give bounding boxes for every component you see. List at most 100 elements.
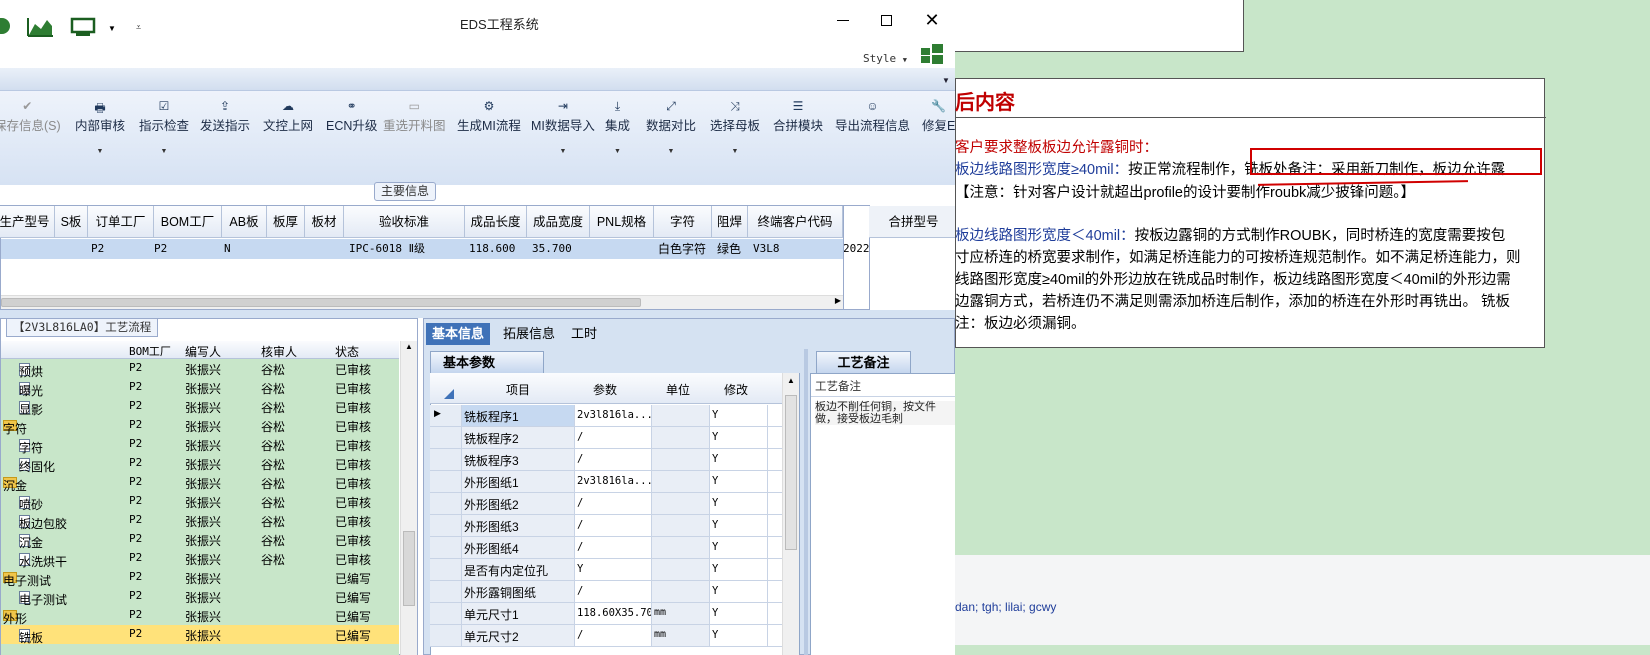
tree-row[interactable]: 终固化 P2 张振兴 谷松 已审核 xyxy=(1,454,399,474)
tree-row[interactable]: 水洗烘干 P2 张振兴 谷松 已审核 xyxy=(1,549,399,569)
save-info-button[interactable]: ✔ 保存信息(S) xyxy=(0,99,61,134)
col-ab-board[interactable]: AB板 xyxy=(222,206,267,238)
remark-text-area[interactable]: 板边不削任何铜，按文件做，接受板边毛刺 xyxy=(815,401,955,425)
tree-row[interactable]: 沉金 P2 张振兴 谷松 已审核 xyxy=(1,473,399,493)
col-customer-code[interactable]: 终端客户代码 xyxy=(748,206,843,238)
splitter-horizontal[interactable] xyxy=(0,310,955,318)
tree-scroll-thumb[interactable] xyxy=(403,531,415,606)
data-compare-button[interactable]: ⤢ 数据对比 ▼ xyxy=(646,99,696,155)
param-value[interactable]: 2v3l816la... xyxy=(577,475,653,487)
col-acceptance[interactable]: 验收标准 xyxy=(344,206,465,238)
remark-tab[interactable]: 工艺备注 xyxy=(816,351,911,373)
param-row[interactable]: 外形露铜图纸 / Y xyxy=(430,581,782,603)
col-thickness[interactable]: 板厚 xyxy=(267,206,305,238)
tab-basic-info[interactable]: 基本信息 xyxy=(426,323,491,345)
close-button[interactable]: ✕ xyxy=(922,10,942,30)
params-col-item[interactable]: 项目 xyxy=(506,381,530,398)
tree-col-status[interactable]: 状态 xyxy=(335,343,359,360)
monitor-icon[interactable] xyxy=(70,17,96,37)
col-order-factory[interactable]: 订单工厂 xyxy=(88,206,154,238)
param-row[interactable]: 外形图纸3/ Y xyxy=(430,515,782,537)
instruction-check-button[interactable]: ☑ 指示检查 ▼ xyxy=(139,99,189,155)
col-material[interactable]: 板材 xyxy=(305,206,344,238)
col-length[interactable]: 成品长度 xyxy=(465,206,527,238)
param-row[interactable]: 单元尺寸1 118.60X35.70 mm Y xyxy=(430,603,782,625)
minimize-button[interactable] xyxy=(834,10,854,30)
tree-row[interactable]: 预烘 P2 张振兴 谷松 已审核 xyxy=(1,359,399,379)
col-bom-factory[interactable]: BOM工厂 xyxy=(154,206,222,238)
param-row[interactable]: 是否有内定位孔 Y Y xyxy=(430,559,782,581)
main-info-hscrollbar[interactable]: ▶ xyxy=(1,295,843,309)
param-value[interactable]: / xyxy=(577,519,583,531)
select-motherboard-button[interactable]: ⤨ 选择母板 ▼ xyxy=(710,99,760,155)
tree-row[interactable]: 板边包胶 P2 张振兴 谷松 已审核 xyxy=(1,511,399,531)
main-info-hscroll-thumb[interactable] xyxy=(1,298,641,307)
param-value[interactable]: / xyxy=(577,497,583,509)
repair-button[interactable]: 🔧 修复E xyxy=(922,99,955,134)
col-width[interactable]: 成品宽度 xyxy=(527,206,590,238)
param-value[interactable]: Y xyxy=(577,563,583,575)
param-value[interactable]: / xyxy=(577,453,583,465)
param-value[interactable]: 2v3l816la... xyxy=(577,409,653,421)
doc-control-online-button[interactable]: ☁ 文控上网 xyxy=(263,99,313,134)
integrate-button[interactable]: ⤓ 集成 ▼ xyxy=(605,99,630,155)
tree-col-reviewer[interactable]: 核审人 xyxy=(261,343,297,360)
col-pnl-spec[interactable]: PNL规格 xyxy=(590,206,654,238)
col-merge-model[interactable]: 合拼型号 xyxy=(869,206,955,238)
tree-row[interactable]: 字符 P2 张振兴 谷松 已审核 xyxy=(1,435,399,455)
col-production-model[interactable]: 生产型号 xyxy=(0,206,55,238)
panel-splitter[interactable] xyxy=(804,349,808,655)
ribbon-options-icon[interactable]: ▼ xyxy=(942,76,950,85)
internal-review-button[interactable]: 🖶 内部审核 ▼ xyxy=(75,99,125,155)
monitor-dropdown-icon[interactable]: ▼ xyxy=(108,24,116,33)
col-solder-mask[interactable]: 阻焊 xyxy=(712,206,748,238)
style-menu[interactable]: Style ▼ xyxy=(863,52,907,65)
tree-row[interactable]: 沉金 P2 张振兴 谷松 已审核 xyxy=(1,530,399,550)
scroll-right-icon[interactable]: ▶ xyxy=(835,296,841,305)
params-col-modify[interactable]: 修改 xyxy=(724,381,748,398)
tree-col-bom[interactable]: BOM工厂 xyxy=(129,343,171,359)
tree-row[interactable]: 曝光 P2 张振兴 谷松 已审核 xyxy=(1,378,399,398)
col-s-board[interactable]: S板 xyxy=(55,206,88,238)
tree-row[interactable]: 喷砂 P2 张振兴 谷松 已审核 xyxy=(1,492,399,512)
chart-area-icon[interactable] xyxy=(26,16,54,38)
quick-access-customize-icon[interactable]: ⩡ xyxy=(136,22,141,33)
param-row[interactable]: 外形图纸2/ Y xyxy=(430,493,782,515)
param-value[interactable]: / xyxy=(577,431,583,443)
export-flow-info-button[interactable]: ☺ 导出流程信息 xyxy=(835,99,910,134)
tree-row[interactable]: 显影 P2 张振兴 谷松 已审核 xyxy=(1,397,399,417)
send-instruction-button[interactable]: ⇪ 发送指示 xyxy=(200,99,250,134)
param-row[interactable]: ▶ 铣板程序1 2v3l816la... Y xyxy=(430,405,782,427)
col-character[interactable]: 字符 xyxy=(654,206,712,238)
params-vscrollbar[interactable]: ▲ xyxy=(782,373,799,655)
tree-row[interactable]: 电子测试 P2 张振兴 已编写 xyxy=(1,568,399,588)
param-row[interactable]: 外形图纸1 2v3l816la... Y xyxy=(430,471,782,493)
tree-row[interactable]: 字符 P2 张振兴 谷松 已审核 xyxy=(1,416,399,436)
params-scroll-up-icon[interactable]: ▲ xyxy=(787,376,795,385)
tab-extended-info[interactable]: 拓展信息 xyxy=(497,323,561,345)
param-value[interactable]: 118.60X35.70 xyxy=(577,607,653,619)
param-row[interactable]: 外形图纸4/ Y xyxy=(430,537,782,559)
params-col-unit[interactable]: 单位 xyxy=(666,381,690,398)
param-value[interactable]: / xyxy=(577,585,583,597)
tree-row[interactable]: 外形 P2 张振兴 已编写 xyxy=(1,606,399,626)
tab-work-hours[interactable]: 工时 xyxy=(565,323,603,345)
params-scroll-thumb[interactable] xyxy=(785,395,797,550)
maximize-button[interactable] xyxy=(878,10,898,30)
mi-data-import-button[interactable]: ⇥ MI数据导入 ▼ xyxy=(531,99,595,155)
param-row[interactable]: 铣板程序3/ Y xyxy=(430,449,782,471)
ecn-upgrade-button[interactable]: ⚭ ECN升级 xyxy=(326,99,377,134)
param-value[interactable]: / xyxy=(577,629,583,641)
tree-row[interactable]: 铣板 P2 张振兴 已编写 xyxy=(1,625,399,645)
tree-vscrollbar[interactable]: ▲ xyxy=(400,341,417,655)
param-row[interactable]: 铣板程序2/ Y xyxy=(430,427,782,449)
param-row[interactable]: 单元尺寸2/ mm Y xyxy=(430,625,782,647)
params-col-param[interactable]: 参数 xyxy=(593,381,617,398)
merge-module-button[interactable]: ☰ 合拼模块 xyxy=(773,99,823,134)
tree-col-writer[interactable]: 编写人 xyxy=(185,343,221,360)
tree-scroll-up-icon[interactable]: ▲ xyxy=(405,342,413,351)
tree-row[interactable]: 电子测试 P2 张振兴 已编写 xyxy=(1,587,399,607)
param-value[interactable]: / xyxy=(577,541,583,553)
reselect-cut-chart-button[interactable]: ▭ 重选开料图 xyxy=(383,99,446,134)
generate-mi-flow-button[interactable]: ⚙ 生成MI流程 xyxy=(457,99,521,134)
